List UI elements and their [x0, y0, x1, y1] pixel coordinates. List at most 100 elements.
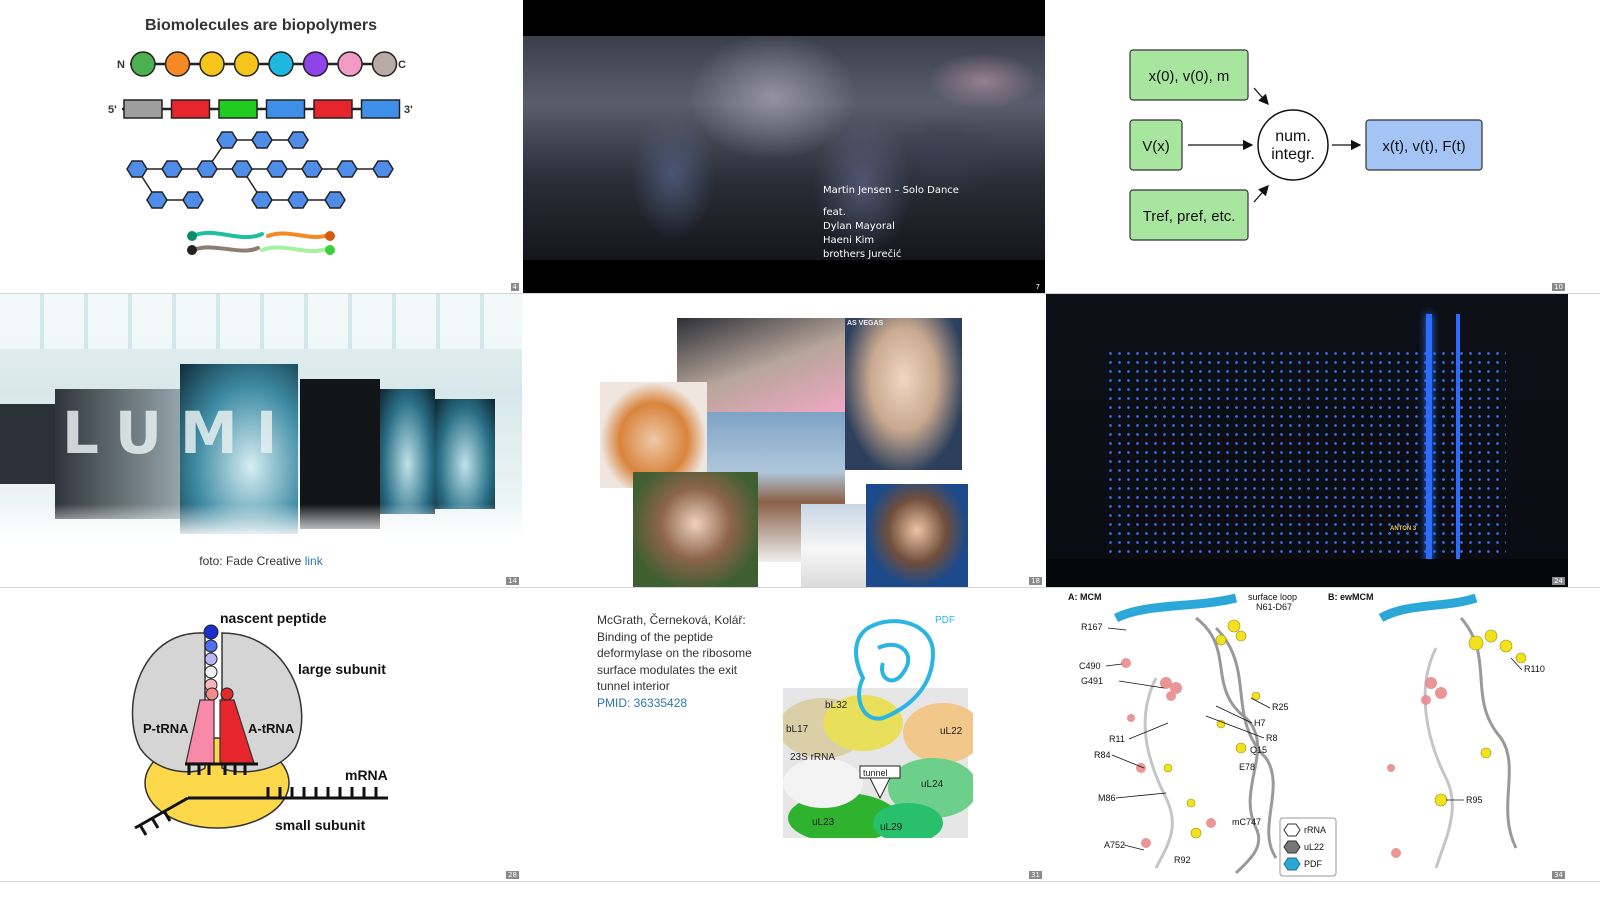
ref-line-4: surface modulates the exit	[597, 662, 738, 677]
photo-credit-text: foto: Fade Creative	[199, 554, 302, 568]
n61-d67-label: N61-D67	[1256, 602, 1292, 612]
label-a752: A752	[1104, 840, 1125, 850]
anton-supercomputer-photo: ANTON 3	[1046, 294, 1568, 587]
slide-number: 34	[1552, 871, 1565, 879]
fig-tunnel-label: tunnel	[863, 768, 888, 778]
nucleotide-block	[123, 99, 163, 119]
label-m86: M86	[1098, 793, 1116, 803]
c-terminus-label: C	[398, 59, 406, 71]
fig-ul29-label: uL29	[880, 822, 903, 833]
slide-thumbnail-18[interactable]: AS VEGAS 18	[523, 294, 1045, 587]
artist-1: Dylan Mayoral	[823, 221, 895, 232]
mrna-label: mRNA	[345, 767, 388, 783]
lumi-logo: LUMI	[62, 399, 296, 467]
portrait-watson	[633, 472, 758, 587]
surface-loop-label: surface loop	[1248, 592, 1297, 602]
polysaccharide-tree	[126, 131, 394, 209]
photo-credit-link[interactable]: link	[305, 554, 323, 568]
label-r110: R110	[1524, 664, 1545, 674]
panel-a-label: A: MCM	[1068, 592, 1102, 602]
integrator-label-1: num.	[1275, 128, 1311, 145]
legend-pdf: PDF	[1304, 859, 1323, 869]
ref-line-1: McGrath, Černeková, Kolář:	[597, 613, 746, 627]
ref-line-3: deformylase on the ribosome	[597, 646, 752, 660]
nucleotide-block	[313, 99, 353, 119]
label-e78: E78	[1239, 762, 1255, 772]
amino-acid-bead	[268, 51, 294, 77]
lumi-datacenter-photo: LUMI	[0, 294, 522, 539]
amino-acid-bead	[199, 51, 225, 77]
slide-thumbnail-7[interactable]: Martin Jensen – Solo Dance feat. Dylan M…	[523, 0, 1045, 293]
ref-line-2: Binding of the peptide	[597, 629, 714, 644]
nucleotide-block	[360, 99, 401, 119]
structure-legend: rRNA uL22 PDF	[1279, 817, 1337, 877]
artist-3: brothers Jurečić	[823, 249, 902, 260]
song-title: Martin Jensen – Solo Dance	[823, 185, 959, 196]
slide-thumbnail-4[interactable]: Biomolecules are biopolymers N C 5' 3' 4	[0, 0, 522, 293]
slide-thumbnail-28[interactable]: nascent peptide large subunit P-tRNA A-t…	[0, 588, 522, 881]
label-mc747: mC747	[1232, 817, 1261, 827]
slide-number: 24	[1552, 577, 1565, 585]
fig-23s-rrna-label: 23S rRNA	[790, 752, 835, 763]
potential-label: V(x)	[1142, 138, 1170, 155]
slide-thumbnail-31[interactable]: McGrath, Černeková, Kolář: Binding of th…	[523, 588, 1045, 881]
pmid-link[interactable]: PMID: 36335428	[597, 695, 777, 712]
output-label: x(t), v(t), F(t)	[1382, 138, 1465, 155]
label-r95: R95	[1466, 795, 1483, 805]
nucleotide-block	[218, 99, 258, 119]
n-terminus-label: N	[117, 59, 125, 71]
credits: Martin Jensen – Solo Dance feat. Dylan M…	[823, 184, 959, 262]
slide-thumbnail-10[interactable]: x(0), v(0), m V(x) Tref, pref, etc. num.…	[1046, 0, 1568, 293]
slide-thumbnail-14[interactable]: LUMI foto: Fade Creative link 14	[0, 294, 522, 587]
slide-number: 14	[506, 577, 519, 585]
nascent-peptide-label: nascent peptide	[220, 610, 327, 626]
fig-pdf-label: PDF	[935, 615, 955, 626]
portrait-swift: AS VEGAS	[845, 318, 962, 470]
grid-separator	[0, 293, 1600, 294]
label-r84: R84	[1094, 750, 1111, 760]
initial-state-label: x(0), v(0), m	[1149, 68, 1230, 85]
slide-thumbnail-24[interactable]: ANTON 3 24	[1046, 294, 1568, 587]
integrator-circle	[1257, 109, 1329, 181]
slide-number: 31	[1029, 871, 1042, 879]
ribosome-diagram: nascent peptide large subunit P-tRNA A-t…	[131, 610, 388, 836]
lipid-chains	[187, 230, 335, 255]
portrait-pope	[801, 504, 866, 587]
label-r25: R25	[1272, 702, 1289, 712]
three-prime-label: 3'	[404, 104, 413, 116]
protein-structure-figure: A: MCM B: ewMCM surface loop N61-D67 R16…	[1068, 592, 1545, 877]
md-integration-diagram: x(0), v(0), m V(x) Tref, pref, etc. num.…	[1129, 49, 1483, 241]
label-c490: C490	[1079, 661, 1101, 671]
amino-acid-bead	[130, 51, 156, 77]
anton-label: ANTON 3	[1390, 526, 1417, 532]
label-r11: R11	[1109, 734, 1125, 744]
ref-line-5: tunnel interior	[597, 679, 670, 693]
integrator-label-2: integr.	[1271, 146, 1315, 163]
nucleotide-block	[170, 99, 211, 119]
pdf-ribosome-figure: PDF bL32 bL17 uL22 23S rRNA tunnel uL24 …	[783, 615, 973, 838]
large-subunit-label: large subunit	[298, 661, 386, 677]
slide-thumbnail-34[interactable]: A: MCM B: ewMCM surface loop N61-D67 R16…	[1046, 588, 1568, 881]
fig-ul24-label: uL24	[921, 779, 944, 790]
label-g491: G491	[1081, 676, 1103, 686]
label-h7: H7	[1254, 718, 1266, 728]
legend-ul22: uL22	[1304, 842, 1324, 852]
fig-ul23-label: uL23	[812, 817, 835, 828]
five-prime-label: 5'	[108, 104, 117, 116]
nucleotide-block	[265, 99, 306, 119]
panel-b-label: B: ewMCM	[1328, 592, 1374, 602]
legend-rrna: rRNA	[1304, 825, 1326, 835]
photo-credit: foto: Fade Creative link	[0, 554, 522, 568]
small-subunit-label: small subunit	[275, 817, 366, 833]
amino-acid-bead	[164, 51, 191, 77]
slide-title: Biomolecules are biopolymers	[145, 17, 377, 34]
slide-number: 18	[1029, 577, 1042, 585]
reference-text: McGrath, Černeková, Kolář: Binding of th…	[597, 612, 777, 711]
label-q15: Q15	[1250, 745, 1267, 755]
amino-acid-bead	[233, 51, 260, 77]
amino-acid-bead	[337, 51, 363, 77]
feat-label: feat.	[823, 207, 846, 218]
fig-bl32-label: bL32	[825, 700, 848, 711]
slide-number: 7	[1035, 283, 1040, 291]
reference-label: Tref, pref, etc.	[1143, 208, 1236, 225]
